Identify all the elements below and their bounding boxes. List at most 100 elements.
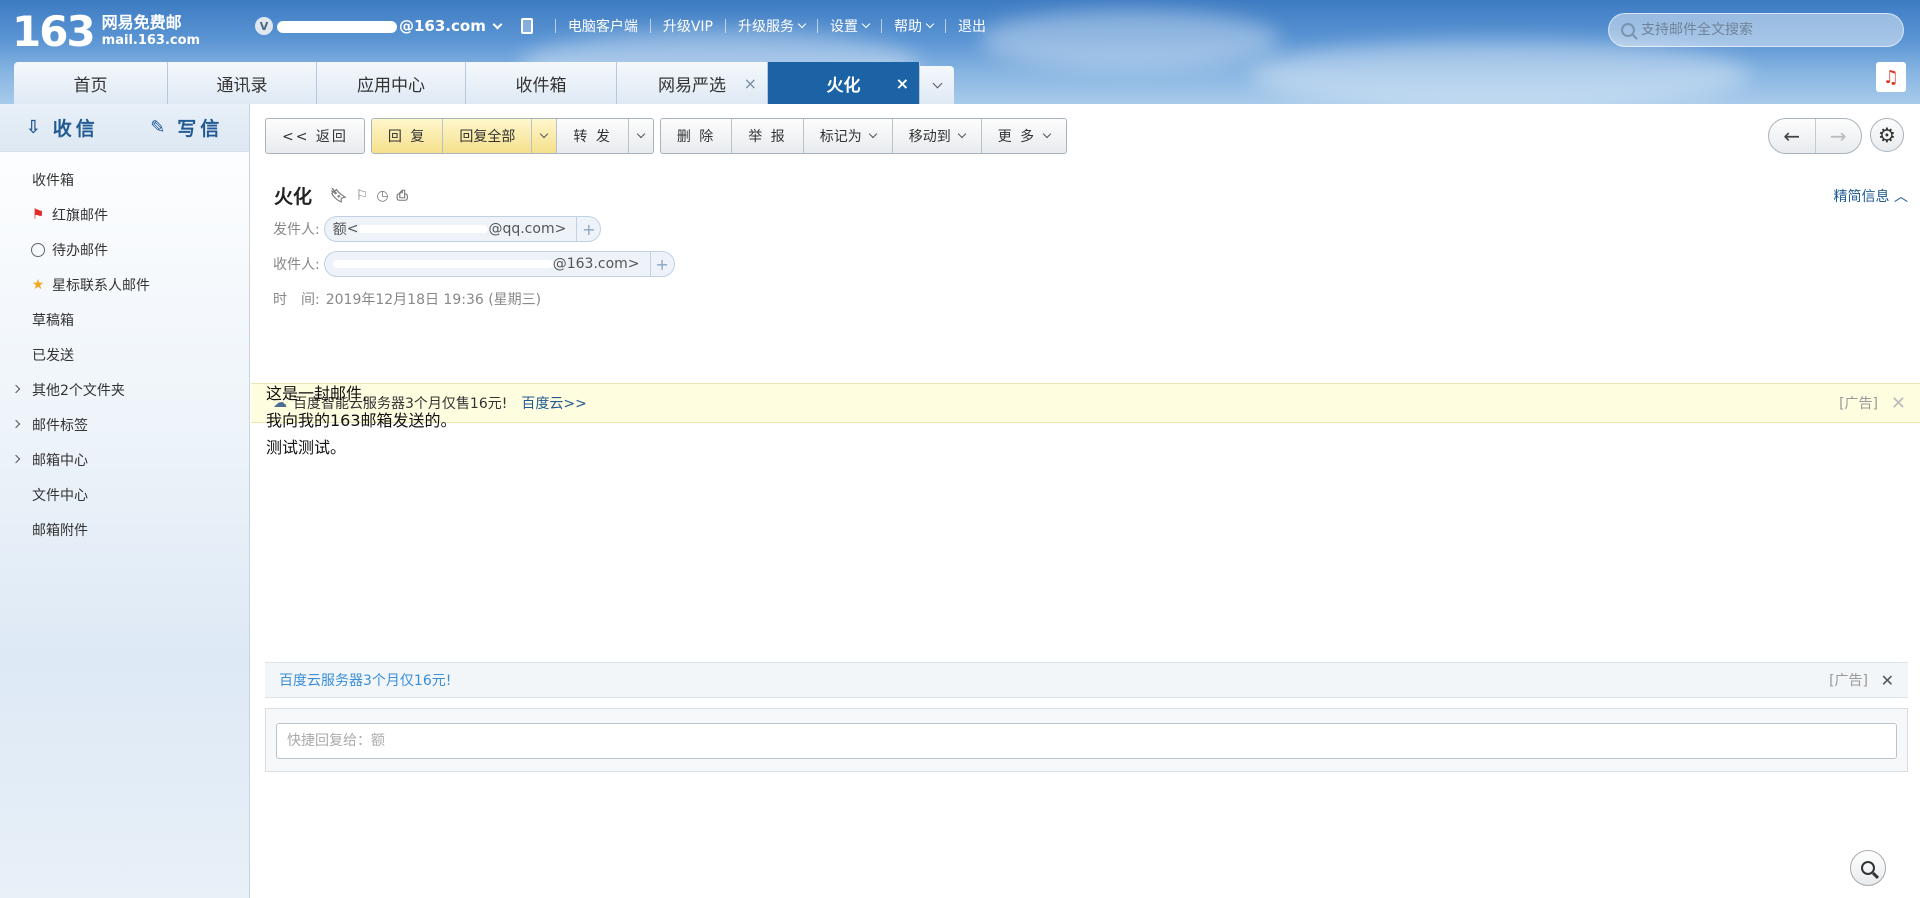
move-to-button[interactable]: 移动到 (893, 119, 982, 153)
red-flag-icon: ⚑ (31, 206, 45, 223)
time-label: 时 间: (273, 292, 320, 308)
sidebar-item-inbox[interactable]: 收件箱 (0, 162, 249, 197)
mail-body: 这是一封邮件, 我向我的163邮箱发送的。 测试测试。 (266, 380, 457, 461)
logo-number: 163 (12, 7, 96, 56)
add-contact-icon[interactable]: + (576, 217, 600, 241)
sidebar-item-red-flag[interactable]: ⚑ 红旗邮件 (0, 197, 249, 232)
chevron-down-icon[interactable] (492, 19, 503, 29)
from-contact-chip[interactable]: 额 < @qq.com> + (323, 216, 602, 242)
search-box[interactable] (1608, 13, 1904, 47)
search-icon (1621, 23, 1635, 37)
tab-bar: 首页 通讯录 应用中心 收件箱 网易严选 × 火化 × (14, 62, 954, 104)
sidebar-item-attachments[interactable]: 邮箱附件 (0, 512, 249, 547)
nav-help[interactable]: 帮助 (894, 16, 935, 36)
mail-toolbar: << 返回 回 复 回复全部 转 发 删 除 举 报 标记为 移动到 更 多 (265, 118, 1073, 154)
ad-link[interactable]: 百度云>> (521, 393, 586, 413)
body-line: 我向我的163邮箱发送的。 (266, 411, 457, 430)
reply-all-button[interactable]: 回复全部 (443, 119, 533, 153)
bookmark-icon[interactable]: 🔖︎ (330, 188, 348, 204)
receive-button[interactable]: ⇩ 收信 (0, 114, 125, 141)
flag-icon[interactable]: ⚐ (356, 188, 369, 204)
close-icon[interactable]: × (744, 74, 757, 93)
tab-yanxuan[interactable]: 网易严选 × (617, 62, 768, 104)
ad-link[interactable]: 百度云服务器3个月仅16元! (279, 670, 451, 690)
back-button[interactable]: << 返回 (266, 119, 364, 153)
to-row: 收件人: @163.com> + (273, 251, 675, 277)
sidebar-item-mail-center[interactable]: 邮箱中心 (0, 442, 249, 477)
chevron-down-icon (861, 19, 871, 29)
nav-logout[interactable]: 退出 (958, 16, 986, 36)
nav-settings[interactable]: 设置 (830, 16, 871, 36)
chevron-right-icon (11, 419, 21, 429)
to-contact-chip[interactable]: @163.com> + (323, 251, 675, 277)
nav-desktop-client[interactable]: 电脑客户端 (568, 16, 638, 36)
tab-more-button[interactable] (920, 66, 954, 104)
close-icon[interactable]: ✕ (1881, 671, 1894, 690)
account-name[interactable]: @163.com (277, 17, 486, 35)
gear-icon[interactable]: ⚙ (1870, 118, 1904, 152)
sidebar-item-file-center[interactable]: 文件中心 (0, 477, 249, 512)
mail-header: 火化 🔖︎ ⚐ ◷ ⎙ 精简信息 ︿ 发件人: 额 < @qq.com> + 收件人… (251, 164, 1920, 427)
mobile-icon[interactable] (520, 18, 533, 34)
star-icon: ★ (31, 276, 45, 293)
zoom-in-button[interactable] (1850, 850, 1886, 886)
chevron-down-icon (925, 19, 935, 29)
report-button[interactable]: 举 报 (732, 119, 804, 153)
sidebar: ⇩ 收信 ✎ 写信 收件箱 ⚑ 红旗邮件 待办邮件 ★ 星标联系人邮件 草稿箱 已发送 … (0, 104, 250, 898)
prev-mail-arrow-icon[interactable]: ← (1769, 119, 1816, 153)
reply-button[interactable]: 回 复 (371, 119, 444, 153)
mail-subject: 火化 🔖︎ ⚐ ◷ ⎙ (274, 186, 408, 208)
tab-home[interactable]: 首页 (14, 62, 168, 104)
chevron-right-icon (11, 454, 21, 464)
print-icon[interactable]: ⎙ (397, 188, 408, 204)
logo[interactable]: 163 网易免费邮 mail.163.com (12, 6, 200, 58)
sidebar-item-todo[interactable]: 待办邮件 (0, 232, 249, 267)
zoom-icon (1861, 861, 1875, 875)
tab-inbox[interactable]: 收件箱 (466, 62, 617, 104)
chevron-down-icon (932, 78, 942, 88)
nav-upgrade-vip[interactable]: 升级VIP (663, 16, 713, 36)
body-line: 这是一封邮件, (266, 384, 368, 403)
forward-dropdown-button[interactable] (629, 119, 653, 153)
brief-info-toggle[interactable]: 精简信息 ︿ (1834, 186, 1908, 206)
sidebar-item-other-folders[interactable]: 其他2个文件夹 (0, 372, 249, 407)
chevron-right-icon (11, 384, 21, 394)
chevron-down-icon (636, 129, 646, 139)
mark-as-button[interactable]: 标记为 (804, 119, 893, 153)
add-contact-icon[interactable]: + (649, 252, 674, 276)
search-input[interactable] (1641, 22, 1881, 38)
time-row: 时 间: 2019年12月18日 19:36 (星期三) (273, 289, 541, 309)
tab-contacts[interactable]: 通讯录 (168, 62, 317, 104)
nav-upgrade-service[interactable]: 升级服务 (738, 16, 807, 36)
close-icon[interactable]: ✕ (1891, 393, 1906, 414)
clock-icon[interactable]: ◷ (376, 188, 388, 204)
top-nav: V @163.com 电脑客户端 升级VIP 升级服务 设置 帮助 退出 (255, 16, 986, 36)
chevron-down-icon (1042, 129, 1052, 139)
write-button[interactable]: ✎ 写信 (125, 114, 250, 141)
vip-badge-icon[interactable]: V (255, 17, 273, 35)
sidebar-item-starred[interactable]: ★ 星标联系人邮件 (0, 267, 249, 302)
reply-dropdown-button[interactable] (532, 119, 558, 153)
delete-button[interactable]: 删 除 (661, 119, 733, 153)
chevron-down-icon (540, 129, 549, 139)
next-mail-arrow-icon[interactable]: → (1816, 119, 1862, 153)
more-button[interactable]: 更 多 (982, 119, 1066, 153)
sidebar-item-sent[interactable]: 已发送 (0, 337, 249, 372)
close-icon[interactable]: × (896, 74, 909, 93)
forward-button[interactable]: 转 发 (557, 119, 629, 153)
chevron-down-icon (797, 19, 807, 29)
ad-tag: [广告] (1829, 673, 1868, 689)
mail-reader: << 返回 回 复 回复全部 转 发 删 除 举 报 标记为 移动到 更 多 ←… (251, 104, 1920, 898)
tab-current-mail[interactable]: 火化 × (768, 62, 920, 104)
tab-app-center[interactable]: 应用中心 (317, 62, 466, 104)
sidebar-item-tags[interactable]: 邮件标签 (0, 407, 249, 442)
quick-reply-input[interactable] (276, 723, 1897, 759)
compose-icon: ✎ (150, 117, 170, 138)
header: 163 网易免费邮 mail.163.com V @163.com 电脑客户端 … (0, 0, 1920, 104)
chevron-down-icon (868, 129, 877, 139)
music-icon[interactable]: ♫ (1876, 62, 1906, 92)
mail-nav: ← → ⚙ (1768, 118, 1904, 154)
to-label: 收件人: (273, 257, 320, 273)
sidebar-item-drafts[interactable]: 草稿箱 (0, 302, 249, 337)
from-label: 发件人: (273, 222, 320, 238)
